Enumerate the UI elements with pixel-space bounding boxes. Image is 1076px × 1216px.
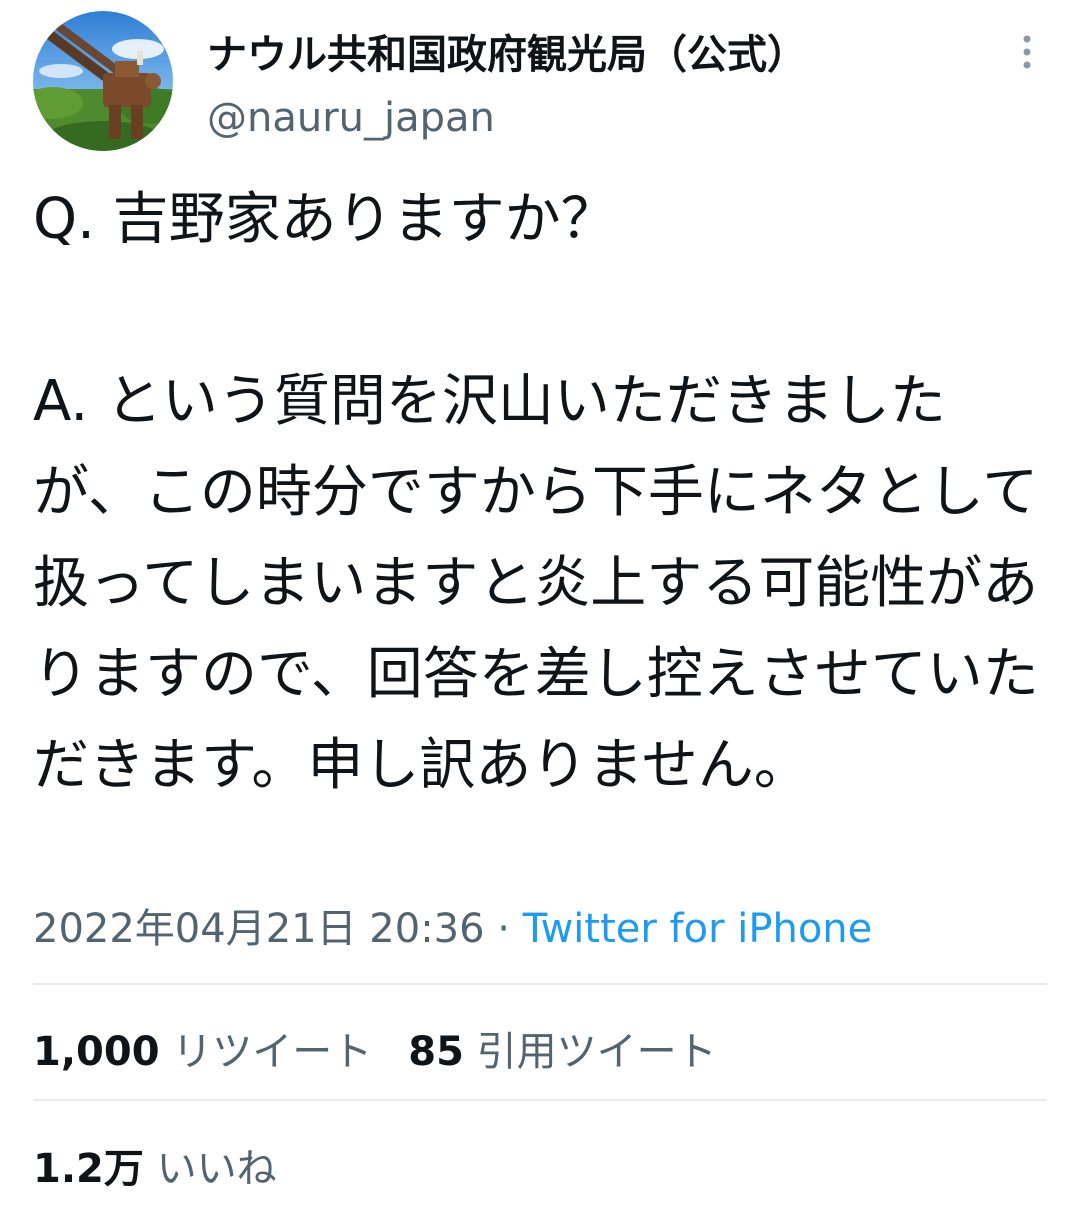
tweet-meta: 2022年04月21日 20:36 · Twitter for iPhone bbox=[33, 896, 872, 954]
like-count: 1.2万 bbox=[33, 1146, 144, 1192]
retweet-label: リツイート bbox=[172, 1029, 373, 1075]
avatar[interactable] bbox=[33, 11, 173, 151]
more-vertical-icon[interactable] bbox=[1010, 30, 1044, 74]
like-label: いいね bbox=[156, 1146, 277, 1192]
meta-separator: · bbox=[484, 906, 523, 952]
divider bbox=[33, 983, 1047, 985]
likes-stat[interactable]: 1.2万 いいね bbox=[33, 1136, 277, 1194]
quote-tweets-stat[interactable]: 85 引用ツイート bbox=[408, 1019, 716, 1077]
display-name[interactable]: ナウル共和国政府観光局（公式） bbox=[207, 22, 807, 80]
account-handle[interactable]: @nauru_japan bbox=[207, 95, 495, 141]
quote-label: 引用ツイート bbox=[476, 1029, 717, 1075]
likes-stats-row: 1.2万 いいね bbox=[33, 1136, 277, 1194]
avatar-photo bbox=[33, 11, 173, 151]
tweet-source-link[interactable]: Twitter for iPhone bbox=[523, 906, 873, 952]
retweets-stat[interactable]: 1,000 リツイート bbox=[33, 1019, 372, 1077]
retweet-stats-row: 1,000 リツイート 85 引用ツイート bbox=[33, 1019, 717, 1077]
divider bbox=[33, 1099, 1047, 1101]
tweet-text: Q. 吉野家ありますか？ A. という質問を沢山いただきましたが、この時分ですか… bbox=[33, 187, 1039, 798]
quote-count: 85 bbox=[408, 1029, 464, 1075]
tweet-timestamp[interactable]: 2022年04月21日 20:36 bbox=[33, 906, 485, 952]
retweet-count: 1,000 bbox=[33, 1029, 160, 1075]
